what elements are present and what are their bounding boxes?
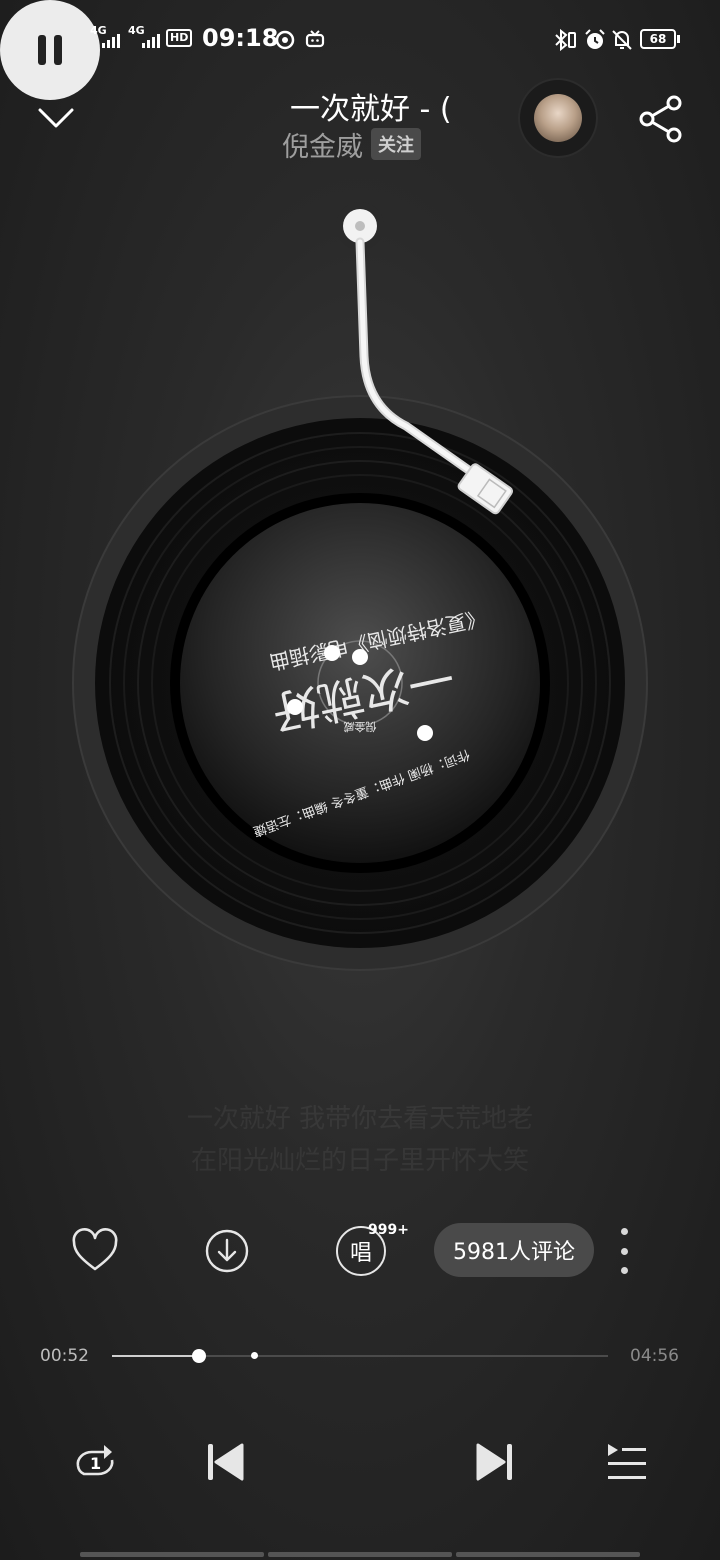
comments-button[interactable]: 5981人评论 (434, 1223, 594, 1277)
follow-button[interactable]: 关注 (371, 128, 421, 160)
buffer-marker (250, 1352, 258, 1359)
battery-tip (677, 35, 680, 43)
repeat-one-button[interactable]: 1 (70, 1440, 120, 1486)
progress-thumb[interactable] (192, 1349, 207, 1363)
disc-logo-dot (287, 699, 303, 715)
total-time: 04:56 (630, 1346, 679, 1366)
signal-bars-2-icon (142, 34, 160, 48)
more-options-icon[interactable] (612, 1228, 636, 1274)
battery-icon: 68 (640, 29, 676, 49)
avatar-button[interactable] (520, 80, 596, 156)
sing-count-badge: 999+ (368, 1222, 409, 1238)
song-title[interactable]: 一次就好 - ( (250, 84, 498, 124)
disc-logo-dot (324, 645, 340, 661)
status-time: 09:18 (202, 24, 279, 52)
mute-icon (612, 30, 632, 50)
disc-logo-dot (352, 649, 368, 665)
home-indicator[interactable] (80, 1552, 640, 1557)
hd-icon: HD (166, 29, 193, 47)
disc-logo-dot (417, 725, 433, 741)
heart-icon[interactable] (70, 1226, 120, 1276)
chevron-down-icon[interactable] (38, 100, 74, 136)
progress-fill (112, 1355, 200, 1357)
progress-slider[interactable] (112, 1349, 608, 1363)
artist-name[interactable]: 倪金威 (282, 125, 363, 164)
alarm-icon (585, 29, 605, 49)
lyric-line: 在阳光灿烂的日子里开怀大笑 (190, 1146, 529, 1176)
share-icon[interactable] (636, 94, 686, 144)
download-icon[interactable] (202, 1226, 252, 1276)
tv-icon (305, 30, 325, 48)
avatar (534, 94, 582, 142)
lyrics-area[interactable]: 一次就好 我带你去看天荒地老 在阳光灿烂的日子里开怀大笑 (60, 1098, 660, 1182)
netease-icon (275, 30, 295, 50)
next-icon[interactable] (474, 1442, 516, 1482)
artist-row: 倪金威 关注 (282, 124, 421, 164)
status-bar: 4G 4G HD 09:18 68 (0, 0, 720, 80)
signal-bars-1-icon (102, 34, 120, 48)
current-time: 00:52 (40, 1346, 89, 1366)
playlist-icon[interactable] (604, 1442, 648, 1482)
bluetooth-icon (555, 28, 576, 52)
previous-icon[interactable] (204, 1442, 246, 1482)
lyric-line: 一次就好 我带你去看天荒地老 (186, 1104, 534, 1134)
tonearm (336, 202, 514, 515)
